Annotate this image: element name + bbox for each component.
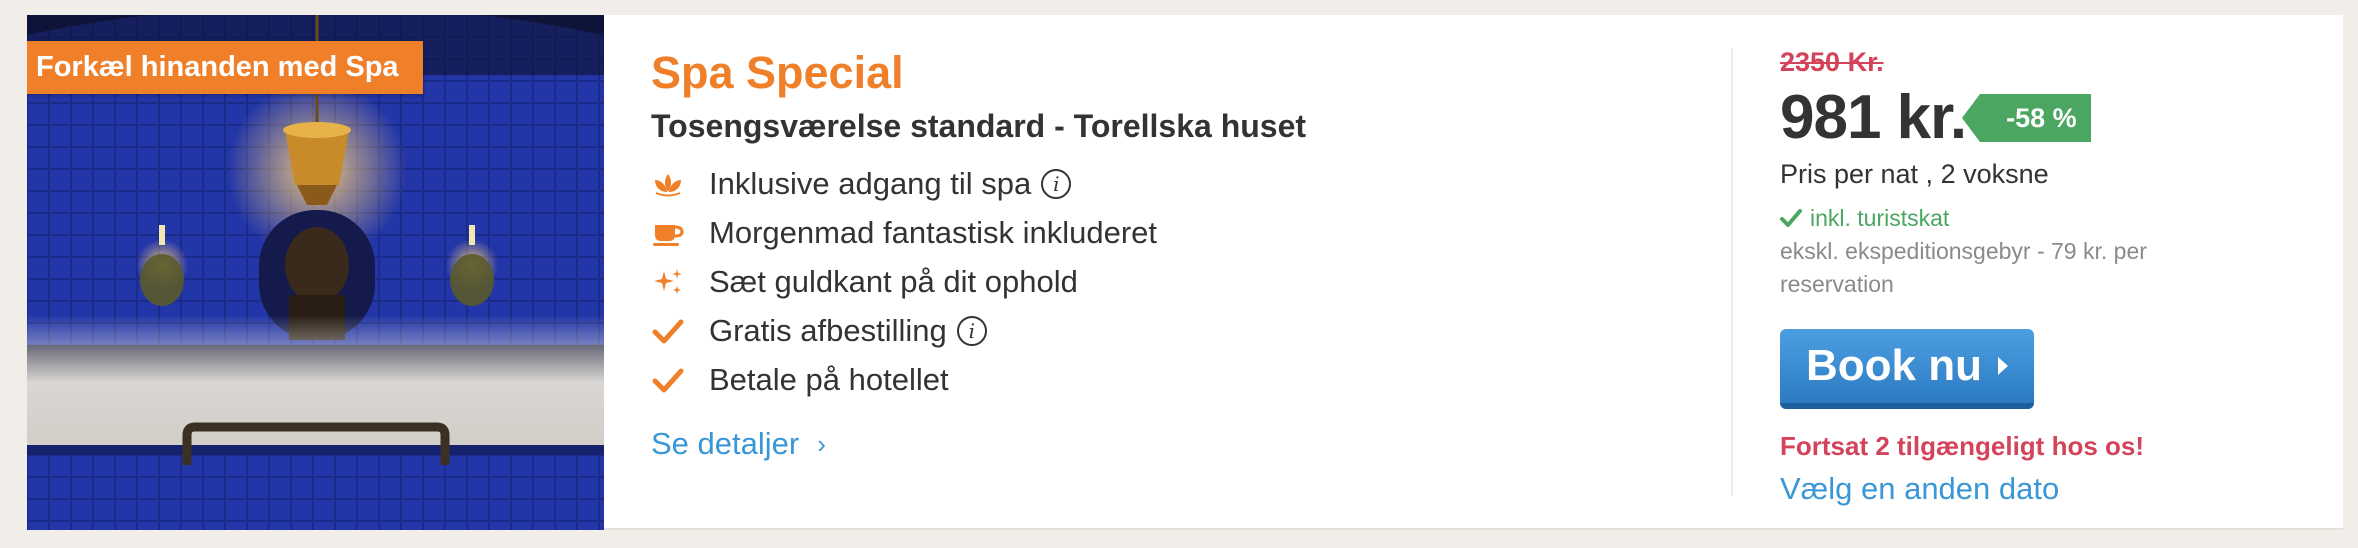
feature-text: Sæt guldkant på dit ophold xyxy=(709,263,1078,299)
chevron-right-icon: › xyxy=(817,428,826,459)
feature-text: Inklusive adgang til spa xyxy=(709,165,1032,201)
column-divider xyxy=(1731,48,1733,496)
info-icon[interactable]: i xyxy=(956,315,987,346)
room-title: Tosengsværelse standard - Torellska huse… xyxy=(651,108,1307,144)
current-price: 981 kr. xyxy=(1780,83,1967,152)
see-details-label: Se detaljer xyxy=(651,426,800,461)
offer-card: Forkæl hinanden med Spa Spa Special Tose… xyxy=(27,15,2343,530)
feature-list: Inklusive adgang til spa i Morgenmad fan… xyxy=(651,159,1691,404)
book-button-label: Book nu xyxy=(1806,341,1982,390)
choose-other-date-link[interactable]: Vælg en anden dato xyxy=(1780,469,2280,509)
fee-note: ekskl. ekspeditionsgebyr - 79 kr. per re… xyxy=(1780,238,2147,297)
feature-text: Morgenmad fantastisk inkluderet xyxy=(709,214,1158,250)
check-icon xyxy=(1780,208,1802,228)
sparkles-icon xyxy=(651,265,685,299)
original-price: 2350 Kr. xyxy=(1780,47,1884,77)
discount-badge: -58 % xyxy=(1962,94,2091,142)
feature-gold-edge: Sæt guldkant på dit ophold xyxy=(651,257,1691,306)
tax-included-note: inkl. turistskat xyxy=(1780,201,2280,235)
feature-text: Gratis afbestilling xyxy=(709,312,947,348)
feature-breakfast: Morgenmad fantastisk inkluderet xyxy=(651,208,1691,257)
coffee-cup-icon xyxy=(651,216,685,250)
lotus-icon xyxy=(651,167,685,201)
see-details-link[interactable]: Se detaljer › xyxy=(651,426,826,462)
offer-details: Spa Special Tosengsværelse standard - To… xyxy=(651,45,1691,462)
availability-note: Fortsat 2 tilgængeligt hos os! xyxy=(1780,431,2145,461)
feature-text: Betale på hotellet xyxy=(709,361,949,397)
feature-free-cancellation: Gratis afbestilling i xyxy=(651,306,1691,355)
checkmark-icon xyxy=(651,314,685,348)
info-icon[interactable]: i xyxy=(1041,168,1072,199)
feature-pay-at-hotel: Betale på hotellet xyxy=(651,355,1691,404)
book-now-button[interactable]: Book nu xyxy=(1780,329,2034,409)
price-row: 981 kr. -58 % xyxy=(1780,83,2280,153)
spa-photo[interactable]: Forkæl hinanden med Spa xyxy=(27,15,604,530)
promo-badge: Forkæl hinanden med Spa xyxy=(27,41,423,94)
offer-title[interactable]: Spa Special xyxy=(651,45,1691,101)
price-panel: 2350 Kr. 981 kr. -58 % Pris per nat , 2 … xyxy=(1780,45,2280,509)
feature-spa-access: Inklusive adgang til spa i xyxy=(651,159,1691,208)
checkmark-icon xyxy=(651,363,685,397)
price-caption: Pris per nat , 2 voksne xyxy=(1780,159,2049,189)
caret-right-icon xyxy=(1997,357,2008,375)
tax-note-text: inkl. turistskat xyxy=(1810,205,1950,231)
